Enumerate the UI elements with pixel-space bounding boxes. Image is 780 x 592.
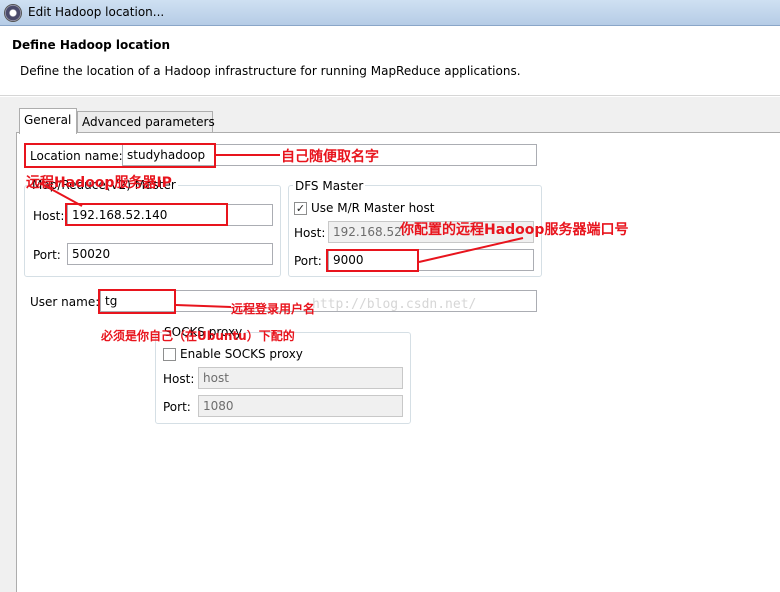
tab-general[interactable]: General xyxy=(19,108,77,134)
user-name-label: User name: xyxy=(30,295,100,309)
annotation-ubuntu: 必须是你自己（在Ubuntu）下配的 xyxy=(101,329,295,343)
dfs-master-title: DFS Master xyxy=(293,179,366,193)
mr-host-label: Host: xyxy=(33,209,65,223)
annotation-box-username xyxy=(98,289,176,314)
app-icon xyxy=(4,4,22,22)
dfs-port-label: Port: xyxy=(294,254,322,268)
dialog-header xyxy=(0,26,780,96)
enable-socks-label: Enable SOCKS proxy xyxy=(180,347,303,361)
use-mr-host-checkbox[interactable]: ✓ xyxy=(294,202,307,215)
tab-label: General xyxy=(24,113,72,127)
watermark: http://blog.csdn.net/ xyxy=(312,297,477,312)
socks-port-input[interactable]: 1080 xyxy=(198,395,403,417)
dfs-host-label: Host: xyxy=(294,226,326,240)
annotation-remote-ip: 远程Hadoop服务器IP xyxy=(26,175,172,191)
tab-advanced-parameters[interactable]: Advanced parameters xyxy=(77,111,215,132)
annotation-dfs-port: 你配置的远程Hadoop服务器端口号 xyxy=(400,222,629,238)
dialog-heading: Define Hadoop location xyxy=(12,38,171,52)
mr-port-input[interactable]: 50020 xyxy=(67,243,273,265)
socks-port-label: Port: xyxy=(163,400,191,414)
mr-port-label: Port: xyxy=(33,248,61,262)
use-mr-host-label: Use M/R Master host xyxy=(311,201,435,215)
enable-socks-checkbox[interactable] xyxy=(163,348,176,361)
dialog-description: Define the location of a Hadoop infrastr… xyxy=(20,64,521,78)
window-title: Edit Hadoop location... xyxy=(28,5,165,19)
tab-label: Advanced parameters xyxy=(82,115,215,129)
socks-host-label: Host: xyxy=(163,372,195,386)
annotation-box-host xyxy=(65,203,228,226)
annotation-user-name: 远程登录用户名 xyxy=(231,302,316,316)
annotation-box-location xyxy=(24,143,216,168)
window-title-bar[interactable]: Edit Hadoop location... xyxy=(0,0,780,26)
annotation-location-name: 自己随便取名字 xyxy=(281,149,379,165)
socks-host-input[interactable]: host xyxy=(198,367,403,389)
annotation-box-port xyxy=(326,249,419,272)
